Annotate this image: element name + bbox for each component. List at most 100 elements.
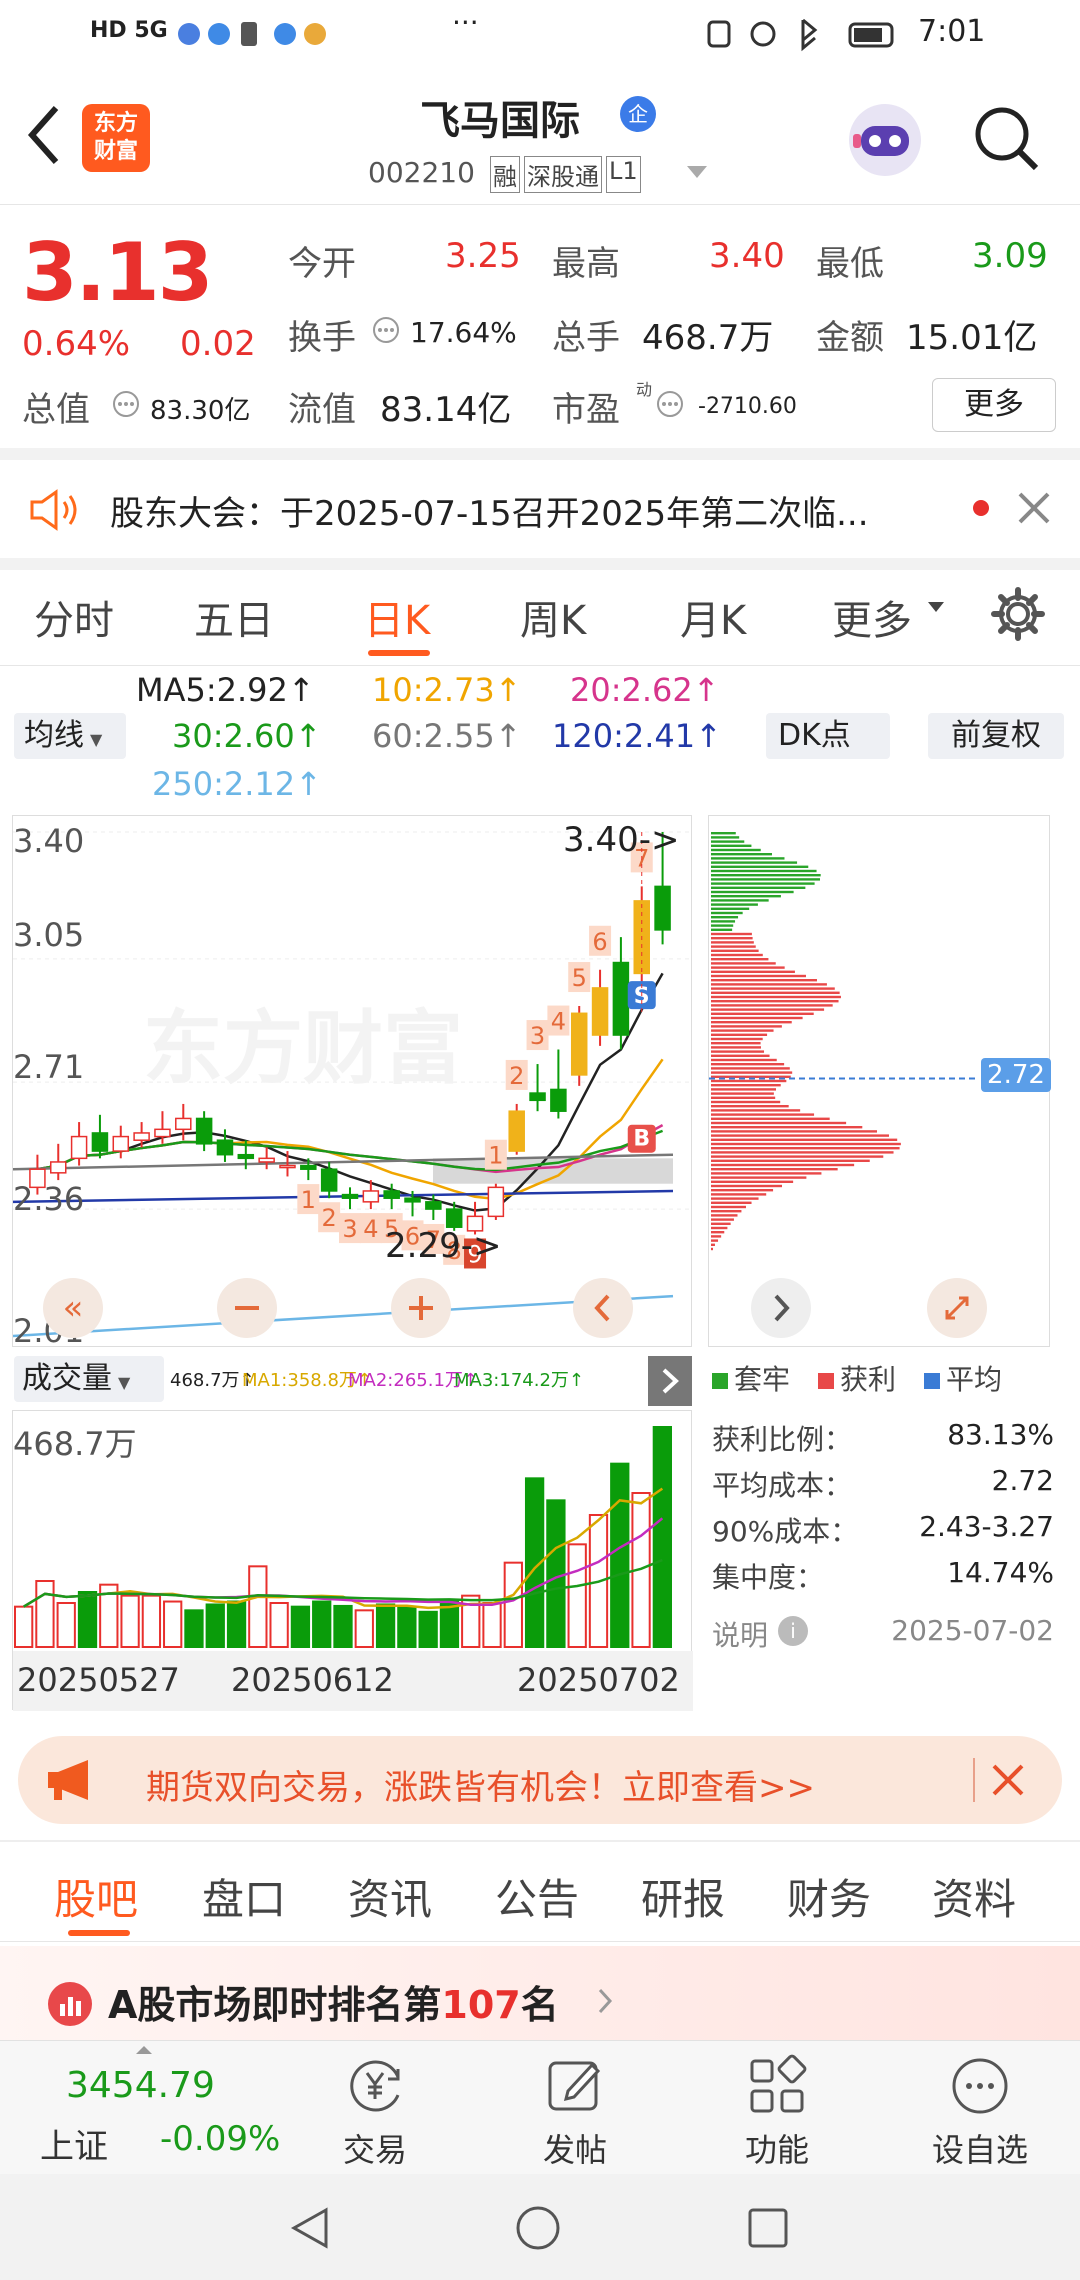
high-label: 最高: [552, 244, 620, 284]
chip-bar: [711, 949, 759, 952]
robot-assistant-icon[interactable]: [845, 100, 925, 180]
ma-select[interactable]: 均线 ▼: [14, 713, 126, 759]
low-value: 3.09: [972, 236, 1048, 276]
scroll-left-button[interactable]: [573, 1278, 633, 1338]
chip-bar: [711, 932, 752, 936]
recents-nav-icon[interactable]: [744, 2204, 792, 2256]
dk-point-button[interactable]: DK点: [766, 713, 890, 759]
y-tick: 2.36: [13, 1180, 85, 1218]
chip-bar: [711, 1079, 787, 1083]
tab-daily-k[interactable]: 日K: [364, 588, 430, 646]
legend-average-label: 平均: [946, 1363, 1003, 1396]
notice-bar[interactable]: 股东大会：于2025-07-15召开2025年第二次临...: [0, 460, 1080, 558]
chip-bar: [711, 1117, 830, 1120]
tab-more[interactable]: 更多: [832, 588, 912, 646]
dock-add-watchlist-label: 设自选: [931, 2131, 1028, 2169]
kline-chart[interactable]: 东方财富 1 2 3 4 5 6 7 1 2 3 4 5 6 7 8 9 B S 3.40 3.05 2.71 2.…: [12, 815, 693, 1350]
divider: [0, 558, 1080, 570]
back-nav-icon[interactable]: [286, 2204, 334, 2256]
search-icon[interactable]: [972, 104, 1042, 178]
scroll-left-fast-button[interactable]: «: [43, 1278, 103, 1338]
back-button[interactable]: [18, 100, 68, 174]
chip-bar: [711, 928, 733, 931]
tab-announcement[interactable]: 公告: [495, 1866, 579, 1927]
tab-research[interactable]: 研报: [641, 1866, 725, 1927]
chip-bar: [711, 1130, 877, 1133]
ma-select-label: 均线: [24, 718, 84, 753]
info-icon[interactable]: i: [778, 1616, 808, 1646]
tab-five-day[interactable]: 五日: [194, 588, 274, 646]
app-logo: 东方 财富: [82, 104, 150, 172]
stock-code: 002210: [368, 156, 475, 189]
buy-signal-text: B: [633, 1127, 650, 1152]
status-time: 7:01: [918, 14, 986, 49]
dock-functions[interactable]: 功能: [722, 2041, 832, 2175]
system-nav-bar: [0, 2174, 1080, 2280]
chip-bar: [711, 1042, 761, 1045]
dock-post[interactable]: 发帖: [520, 2041, 630, 2175]
info-dots-icon[interactable]: [656, 390, 684, 422]
zoom-in-button[interactable]: [391, 1278, 451, 1338]
ad-banner[interactable]: 期货双向交易，涨跌皆有机会！立即查看>>: [18, 1736, 1062, 1824]
info-dots-icon[interactable]: [372, 316, 400, 348]
active-tab-indicator: [68, 1930, 130, 1936]
dock-trade[interactable]: 交易: [320, 2041, 430, 2175]
dock-add-watchlist[interactable]: 设自选: [910, 2041, 1050, 2175]
index-widget[interactable]: 3454.79 上证 -0.09%: [0, 2041, 280, 2175]
tab-finance[interactable]: 财务: [787, 1866, 871, 1927]
info-dots-icon[interactable]: [112, 390, 140, 422]
tab-monthly-k[interactable]: 月K: [680, 588, 746, 646]
chip-bar: [711, 1163, 855, 1167]
tab-forum[interactable]: 股吧: [54, 1866, 138, 1927]
note-label[interactable]: 说明: [712, 1614, 768, 1654]
chip-bar: [711, 874, 821, 877]
close-icon[interactable]: [990, 1762, 1026, 1802]
index-value: 3454.79: [66, 2065, 215, 2106]
ma20-value: 20:2.62: [570, 671, 693, 709]
zoom-out-button[interactable]: [217, 1278, 277, 1338]
candle: [362, 1190, 380, 1203]
tab-intraday[interactable]: 分时: [34, 588, 114, 646]
indicator-select[interactable]: 成交量 ▼: [14, 1356, 164, 1402]
chevron-down-icon[interactable]: [685, 162, 709, 186]
low-label: 最低: [816, 244, 884, 284]
chart-icon: [48, 1982, 92, 2026]
volume-chart[interactable]: 468.7万 20250527 20250612 20250702: [12, 1410, 693, 1711]
volume-bar: [652, 1426, 672, 1648]
chip-bar: [711, 903, 758, 906]
expand-panel-button[interactable]: [648, 1356, 692, 1406]
adjust-select[interactable]: 前复权: [928, 713, 1064, 759]
tab-orderbook[interactable]: 盘口: [202, 1866, 286, 1927]
float-label: 流值: [288, 390, 356, 430]
stat-label: 集中度：: [712, 1561, 825, 1594]
kline-svg: 东方财富123456712 3 4 5 6 7 8 9BS: [12, 831, 693, 1338]
chip-distribution[interactable]: 2.72: [708, 815, 1051, 1347]
expand-icon[interactable]: [927, 1278, 987, 1338]
home-nav-icon[interactable]: [514, 2204, 562, 2256]
enterprise-badge: 企: [620, 96, 656, 132]
chip-bar: [711, 1012, 814, 1015]
chip-bar: [711, 1189, 774, 1192]
tab-news[interactable]: 资讯: [348, 1866, 432, 1927]
stock-name[interactable]: 飞马国际: [420, 88, 580, 146]
chip-bar: [711, 1008, 825, 1011]
dock-trade-label: 交易: [342, 2131, 407, 2169]
chip-bar: [711, 882, 815, 885]
tab-profile[interactable]: 资料: [932, 1866, 1016, 1927]
scroll-right-button[interactable]: [751, 1278, 811, 1338]
stat-label: 获利比例：: [712, 1423, 853, 1456]
chip-stats: 套牢 获利 平均 获利比例： 83.13% 平均成本： 2.72 90%成本： …: [708, 1352, 1060, 1692]
rank-card[interactable]: A股市场即时排名第107名: [0, 1946, 1080, 2042]
tab-weekly-k[interactable]: 周K: [520, 588, 586, 646]
chip-bar: [711, 987, 835, 990]
up-arrow: ↑: [695, 717, 722, 755]
more-quote-button[interactable]: 更多: [932, 378, 1056, 432]
gear-icon[interactable]: [990, 586, 1046, 646]
candle: [383, 1190, 400, 1199]
current-price: 3.13: [22, 226, 213, 319]
close-icon[interactable]: [1016, 490, 1052, 530]
volume-bar: [567, 1543, 587, 1648]
chip-bar: [711, 1037, 763, 1041]
volume-bar: [290, 1605, 311, 1649]
candle: [70, 1135, 88, 1160]
